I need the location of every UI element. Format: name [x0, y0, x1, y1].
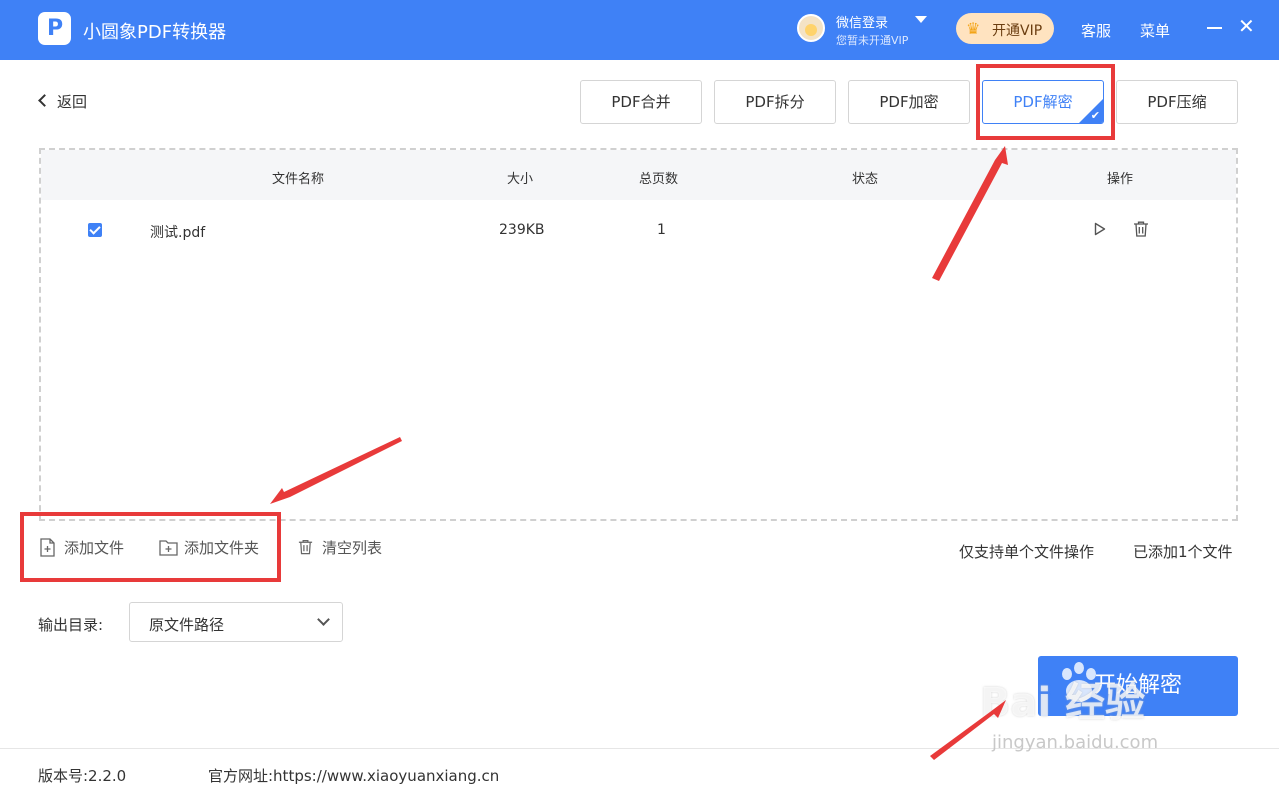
column-size: 大小 [507, 172, 534, 187]
file-list-header: 文件名称 大小 总页数 状态 操作 [41, 150, 1236, 200]
watermark-brand: Bai 经验 [980, 680, 1146, 726]
single-file-hint: 仅支持单个文件操作 [959, 543, 1095, 561]
back-button[interactable]: 返回 [38, 91, 88, 112]
minimize-icon[interactable] [1207, 27, 1222, 29]
row-checkbox[interactable] [88, 223, 102, 237]
output-dir-value: 原文件路径 [149, 616, 225, 634]
logo-letter: P [47, 16, 64, 41]
customer-service-link[interactable]: 客服 [1081, 20, 1111, 41]
app-title: 小圆象PDF转换器 [83, 22, 227, 43]
tab-pdf-split[interactable]: PDF拆分 [714, 80, 836, 124]
table-row: 测试.pdf 239KB 1 [41, 200, 1236, 260]
file-size-cell: 239KB [499, 222, 545, 238]
column-pages: 总页数 [639, 172, 679, 187]
trash-icon [298, 539, 313, 555]
chevron-left-icon [38, 94, 51, 107]
title-bar: P 小圆象PDF转换器 微信登录 您暂未开通VIP ♛ 开通VIP 客服 菜单 … [0, 0, 1279, 60]
clear-list-label: 清空列表 [322, 539, 383, 557]
column-file-name: 文件名称 [272, 172, 325, 187]
open-vip-button[interactable]: ♛ 开通VIP [956, 13, 1054, 44]
back-label: 返回 [57, 93, 88, 111]
chevron-down-icon[interactable] [915, 16, 927, 23]
output-dir-label: 输出目录: [38, 616, 104, 634]
file-list-dropzone[interactable]: 文件名称 大小 总页数 状态 操作 测试.pdf 239KB 1 [39, 148, 1238, 521]
app-logo-icon: P [38, 12, 71, 45]
wechat-login-link[interactable]: 微信登录 [836, 12, 888, 31]
menu-link[interactable]: 菜单 [1140, 20, 1170, 41]
output-dir-select[interactable]: 原文件路径 [129, 602, 343, 642]
tab-pdf-encrypt[interactable]: PDF加密 [848, 80, 970, 124]
column-actions: 操作 [1107, 172, 1134, 187]
annotation-box-add-files [20, 512, 281, 582]
column-status: 状态 [852, 172, 879, 187]
version-text: 版本号:2.2.0 [38, 767, 127, 785]
annotation-box-decrypt-tab [976, 64, 1115, 140]
avatar[interactable] [797, 14, 825, 42]
page-count-cell: 1 [657, 222, 666, 238]
added-count: 已添加1个文件 [1133, 543, 1233, 561]
play-icon[interactable] [1094, 222, 1106, 236]
tab-pdf-compress[interactable]: PDF压缩 [1116, 80, 1238, 124]
crown-icon: ♛ [966, 19, 981, 38]
vip-status-text: 您暂未开通VIP [836, 34, 909, 47]
open-vip-label: 开通VIP [992, 23, 1043, 39]
website-text: 官方网址:https://www.xiaoyuanxiang.cn [208, 767, 500, 785]
file-name-cell: 测试.pdf [150, 225, 206, 241]
trash-icon[interactable] [1132, 220, 1150, 238]
watermark-url: jingyan.baidu.com [992, 732, 1159, 753]
close-icon[interactable]: ✕ [1238, 16, 1255, 36]
chevron-down-icon [317, 613, 330, 626]
tab-pdf-merge[interactable]: PDF合并 [580, 80, 702, 124]
